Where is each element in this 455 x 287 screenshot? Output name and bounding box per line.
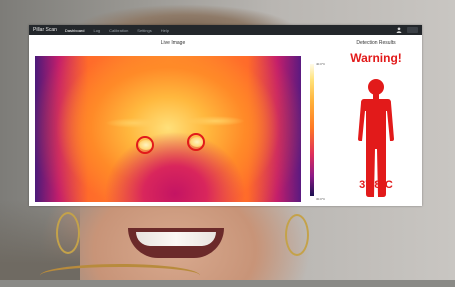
live-image-title: Live Image: [160, 40, 186, 46]
nav-help[interactable]: Help: [161, 28, 169, 33]
thermal-eyebrow-right: [185, 116, 245, 126]
necklace: [40, 264, 200, 287]
nav-dashboard[interactable]: Dashboard: [65, 28, 85, 33]
temperature-scale-bar: [310, 64, 314, 196]
user-menu-button[interactable]: [407, 27, 418, 33]
teeth: [136, 232, 216, 246]
warning-text: Warning!: [350, 51, 402, 65]
earring-left: [56, 212, 80, 254]
nav-log[interactable]: Log: [93, 28, 100, 33]
app-window: Pillar Scan Dashboard Log Calibration Se…: [29, 25, 422, 206]
navbar: Pillar Scan Dashboard Log Calibration Se…: [29, 25, 422, 35]
thermal-image: [35, 56, 301, 202]
nav-settings[interactable]: Settings: [137, 28, 151, 33]
user-icon[interactable]: [396, 27, 402, 33]
detection-marker-right-eye: [187, 133, 205, 151]
brand-name[interactable]: Pillar Scan: [33, 27, 57, 33]
detection-marker-left-eye: [136, 136, 154, 154]
nav-calibration[interactable]: Calibration: [109, 28, 128, 33]
measured-temperature: 37,8°C: [359, 179, 393, 191]
thermal-eyebrow-left: [105, 118, 165, 128]
scale-min-label: 30.0°C: [316, 197, 326, 201]
scale-max-label: 40.0°C: [316, 62, 326, 66]
earring-right: [285, 214, 309, 256]
detection-results-title: Detection Results: [356, 40, 396, 46]
